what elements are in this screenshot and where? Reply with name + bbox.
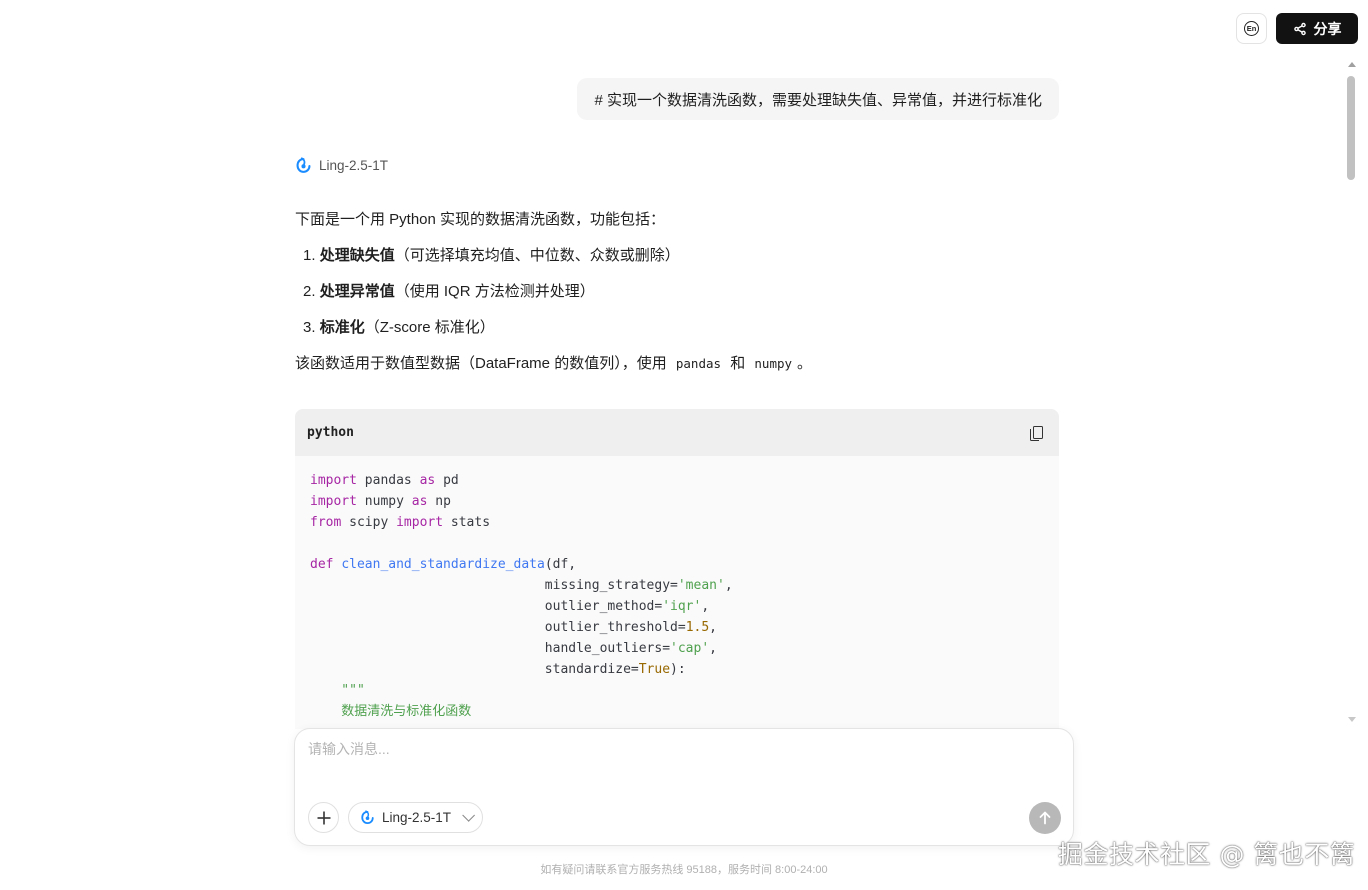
code-token: as <box>419 473 436 488</box>
code-line: """ <box>310 680 1044 701</box>
scroll-down-arrow-icon[interactable] <box>1348 717 1356 722</box>
code-token: from <box>310 515 342 530</box>
user-message-text: # 实现一个数据清洗函数，需要处理缺失值、异常值，并进行标准化 <box>594 91 1042 109</box>
code-line: import numpy as np <box>310 491 1044 512</box>
code-line: import pandas as pd <box>310 470 1044 491</box>
code-line: 数据清洗与标准化函数 <box>310 701 1044 722</box>
code-language-label: python <box>307 425 354 440</box>
arrow-up-icon <box>1039 811 1051 825</box>
code-token: import <box>396 515 444 530</box>
code-token: missing_strategy= <box>310 578 678 593</box>
assistant-message: 下面是一个用 Python 实现的数据清洗函数，功能包括： 1. 处理缺失值（可… <box>295 208 1059 376</box>
code-line: def clean_and_standardize_data(df, <box>310 554 1044 575</box>
code-token: 1.5 <box>685 620 710 635</box>
assistant-model-name: Ling-2.5-1T <box>319 158 389 173</box>
scrollbar[interactable] <box>1346 62 1358 722</box>
code-block: python import pandas as pd import numpy a… <box>295 409 1059 729</box>
inline-code-numpy: numpy <box>754 356 793 371</box>
language-label: En <box>1244 21 1259 36</box>
code-token: import <box>310 494 357 509</box>
inline-code-pandas: pandas <box>675 356 722 371</box>
code-line: from scipy import stats <box>310 512 1044 533</box>
code-token: np <box>427 494 451 509</box>
code-line: outlier_threshold=1.5, <box>310 617 1044 638</box>
share-icon <box>1293 22 1306 35</box>
list-item: 2. 处理异常值（使用 IQR 方法检测并处理） <box>303 283 595 300</box>
code-line: outlier_method='iqr', <box>310 596 1044 617</box>
code-token: 数据清洗与标准化函数 <box>310 704 472 719</box>
code-line: standardize=True): <box>310 659 1044 680</box>
code-token: numpy <box>356 494 412 509</box>
list-item: 1. 处理缺失值（可选择填充均值、中位数、众数或删除） <box>303 247 680 264</box>
code-token: , <box>709 620 717 635</box>
code-token: as <box>411 494 428 509</box>
code-token: """ <box>310 683 365 698</box>
model-selector[interactable]: Ling-2.5-1T <box>348 802 484 833</box>
code-token: 'mean' <box>677 578 725 593</box>
user-message-bubble: # 实现一个数据清洗函数，需要处理缺失值、异常值，并进行标准化 <box>577 78 1059 120</box>
code-token: import <box>310 473 357 488</box>
feature-list: 1. 处理缺失值（可选择填充均值、中位数、众数或删除） 2. 处理异常值（使用 … <box>295 244 1059 340</box>
language-toggle-button[interactable]: En <box>1236 13 1267 44</box>
code-token: outlier_method= <box>310 599 663 614</box>
code-token: pd <box>435 473 459 488</box>
ling-logo-icon <box>361 810 374 825</box>
usage-note: 该函数适用于数值型数据（DataFrame 的数值列），使用 pandas 和 … <box>295 355 813 372</box>
send-button[interactable] <box>1029 802 1061 834</box>
model-selector-label: Ling-2.5-1T <box>382 810 452 825</box>
code-token: 'cap' <box>670 641 710 656</box>
code-token: pandas <box>356 473 420 488</box>
watermark: 掘金技术社区 @ 篱也不篱 <box>1058 840 1356 869</box>
code-token: , <box>701 599 710 614</box>
code-token: handle_outliers= <box>310 641 671 656</box>
code-block-header: python <box>295 409 1059 456</box>
message-composer: Ling-2.5-1T <box>294 728 1074 846</box>
code-token: ): <box>670 662 686 677</box>
ling-logo-icon <box>296 157 311 173</box>
code-token: stats <box>443 515 491 530</box>
code-content: import pandas as pd import numpy as np fro… <box>295 456 1059 729</box>
scrollbar-thumb[interactable] <box>1347 76 1355 180</box>
code-token: (df, <box>544 557 577 572</box>
message-input[interactable] <box>308 741 1048 757</box>
answer-intro: 下面是一个用 Python 实现的数据清洗函数，功能包括： <box>295 211 666 228</box>
code-line: handle_outliers='cap', <box>310 638 1044 659</box>
code-token: , <box>724 578 733 593</box>
code-token: standardize= <box>310 662 639 677</box>
add-attachment-button[interactable] <box>308 802 339 833</box>
code-token: outlier_threshold= <box>310 620 686 635</box>
code-line: missing_strategy='mean', <box>310 575 1044 596</box>
chevron-down-icon <box>462 809 476 822</box>
code-token: scipy <box>341 515 397 530</box>
copy-icon[interactable] <box>1029 425 1045 441</box>
code-token: True <box>638 662 671 677</box>
code-token: 'iqr' <box>662 599 702 614</box>
code-token: def <box>310 557 334 572</box>
assistant-header: Ling-2.5-1T <box>295 157 388 174</box>
list-item: 3. 标准化（Z-score 标准化） <box>303 319 495 336</box>
plus-icon <box>317 811 330 824</box>
code-token: , <box>709 641 717 656</box>
share-label: 分享 <box>1313 20 1342 37</box>
scroll-up-arrow-icon[interactable] <box>1348 62 1356 67</box>
share-button[interactable]: 分享 <box>1276 13 1358 44</box>
code-token: clean_and_standardize_data <box>341 557 545 572</box>
